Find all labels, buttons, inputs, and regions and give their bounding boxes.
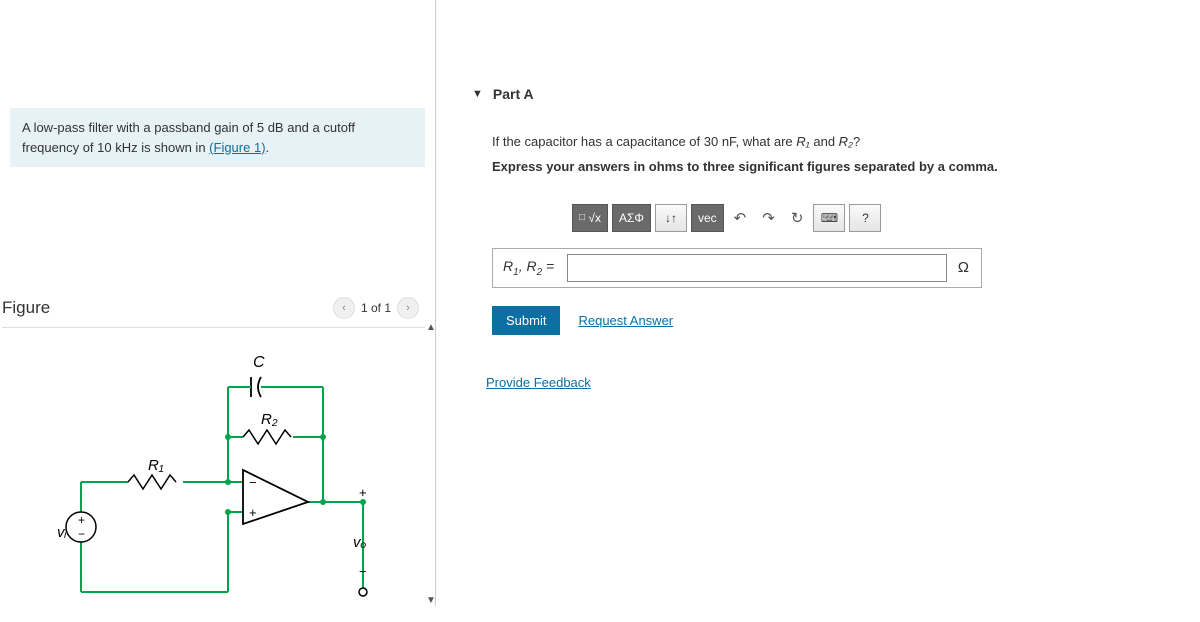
figure-link[interactable]: (Figure 1) xyxy=(209,140,265,155)
figure-title: Figure xyxy=(2,298,50,318)
divider xyxy=(2,327,425,328)
figure-counter: 1 of 1 xyxy=(361,301,391,315)
reset-button[interactable]: ↻ xyxy=(785,204,810,232)
submit-button[interactable]: Submit xyxy=(492,306,560,335)
greek-button[interactable]: ΑΣΦ xyxy=(612,204,651,232)
svg-text:+: + xyxy=(78,513,85,527)
label-R2: R₂ xyxy=(261,411,278,428)
svg-text:−: − xyxy=(249,475,257,490)
label-C: C xyxy=(253,354,265,371)
equation-toolbar: □ √x ΑΣΦ ↓↑ vec ↶ ↷ ↻ ⌨ ? xyxy=(572,204,1170,232)
provide-feedback-link[interactable]: Provide Feedback xyxy=(486,375,591,390)
svg-text:+: + xyxy=(359,485,367,500)
redo-button[interactable]: ↷ xyxy=(756,204,781,232)
vec-button[interactable]: vec xyxy=(691,204,724,232)
keyboard-button[interactable]: ⌨ xyxy=(813,204,845,232)
answer-unit: Ω xyxy=(950,259,981,276)
templates-button[interactable]: □ √x xyxy=(572,204,608,232)
help-button[interactable]: ? xyxy=(849,204,881,232)
part-collapse-icon[interactable]: ▼ xyxy=(472,88,483,100)
svg-text:−: − xyxy=(359,564,367,579)
problem-statement: A low-pass filter with a passband gain o… xyxy=(10,108,425,167)
figure-next-button[interactable]: › xyxy=(397,297,419,319)
answer-row: R1, R2 = Ω xyxy=(492,248,982,288)
subscript-button[interactable]: ↓↑ xyxy=(655,204,687,232)
answer-input[interactable] xyxy=(567,254,947,282)
label-R1: R₁ xyxy=(148,457,164,474)
circuit-figure: + − xyxy=(0,342,435,622)
answer-label: R1, R2 = xyxy=(493,258,564,278)
request-answer-link[interactable]: Request Answer xyxy=(578,313,673,328)
figure-prev-button[interactable]: ‹ xyxy=(333,297,355,319)
undo-button[interactable]: ↶ xyxy=(728,204,753,232)
svg-text:−: − xyxy=(78,527,85,541)
label-vi: vᵢ xyxy=(57,524,68,541)
answer-instruction: Express your answers in ohms to three si… xyxy=(492,159,1170,174)
label-vo: vₒ xyxy=(353,534,367,551)
question-text: If the capacitor has a capacitance of 30… xyxy=(492,132,1170,153)
part-title: Part A xyxy=(493,86,534,102)
svg-text:+: + xyxy=(249,505,257,520)
